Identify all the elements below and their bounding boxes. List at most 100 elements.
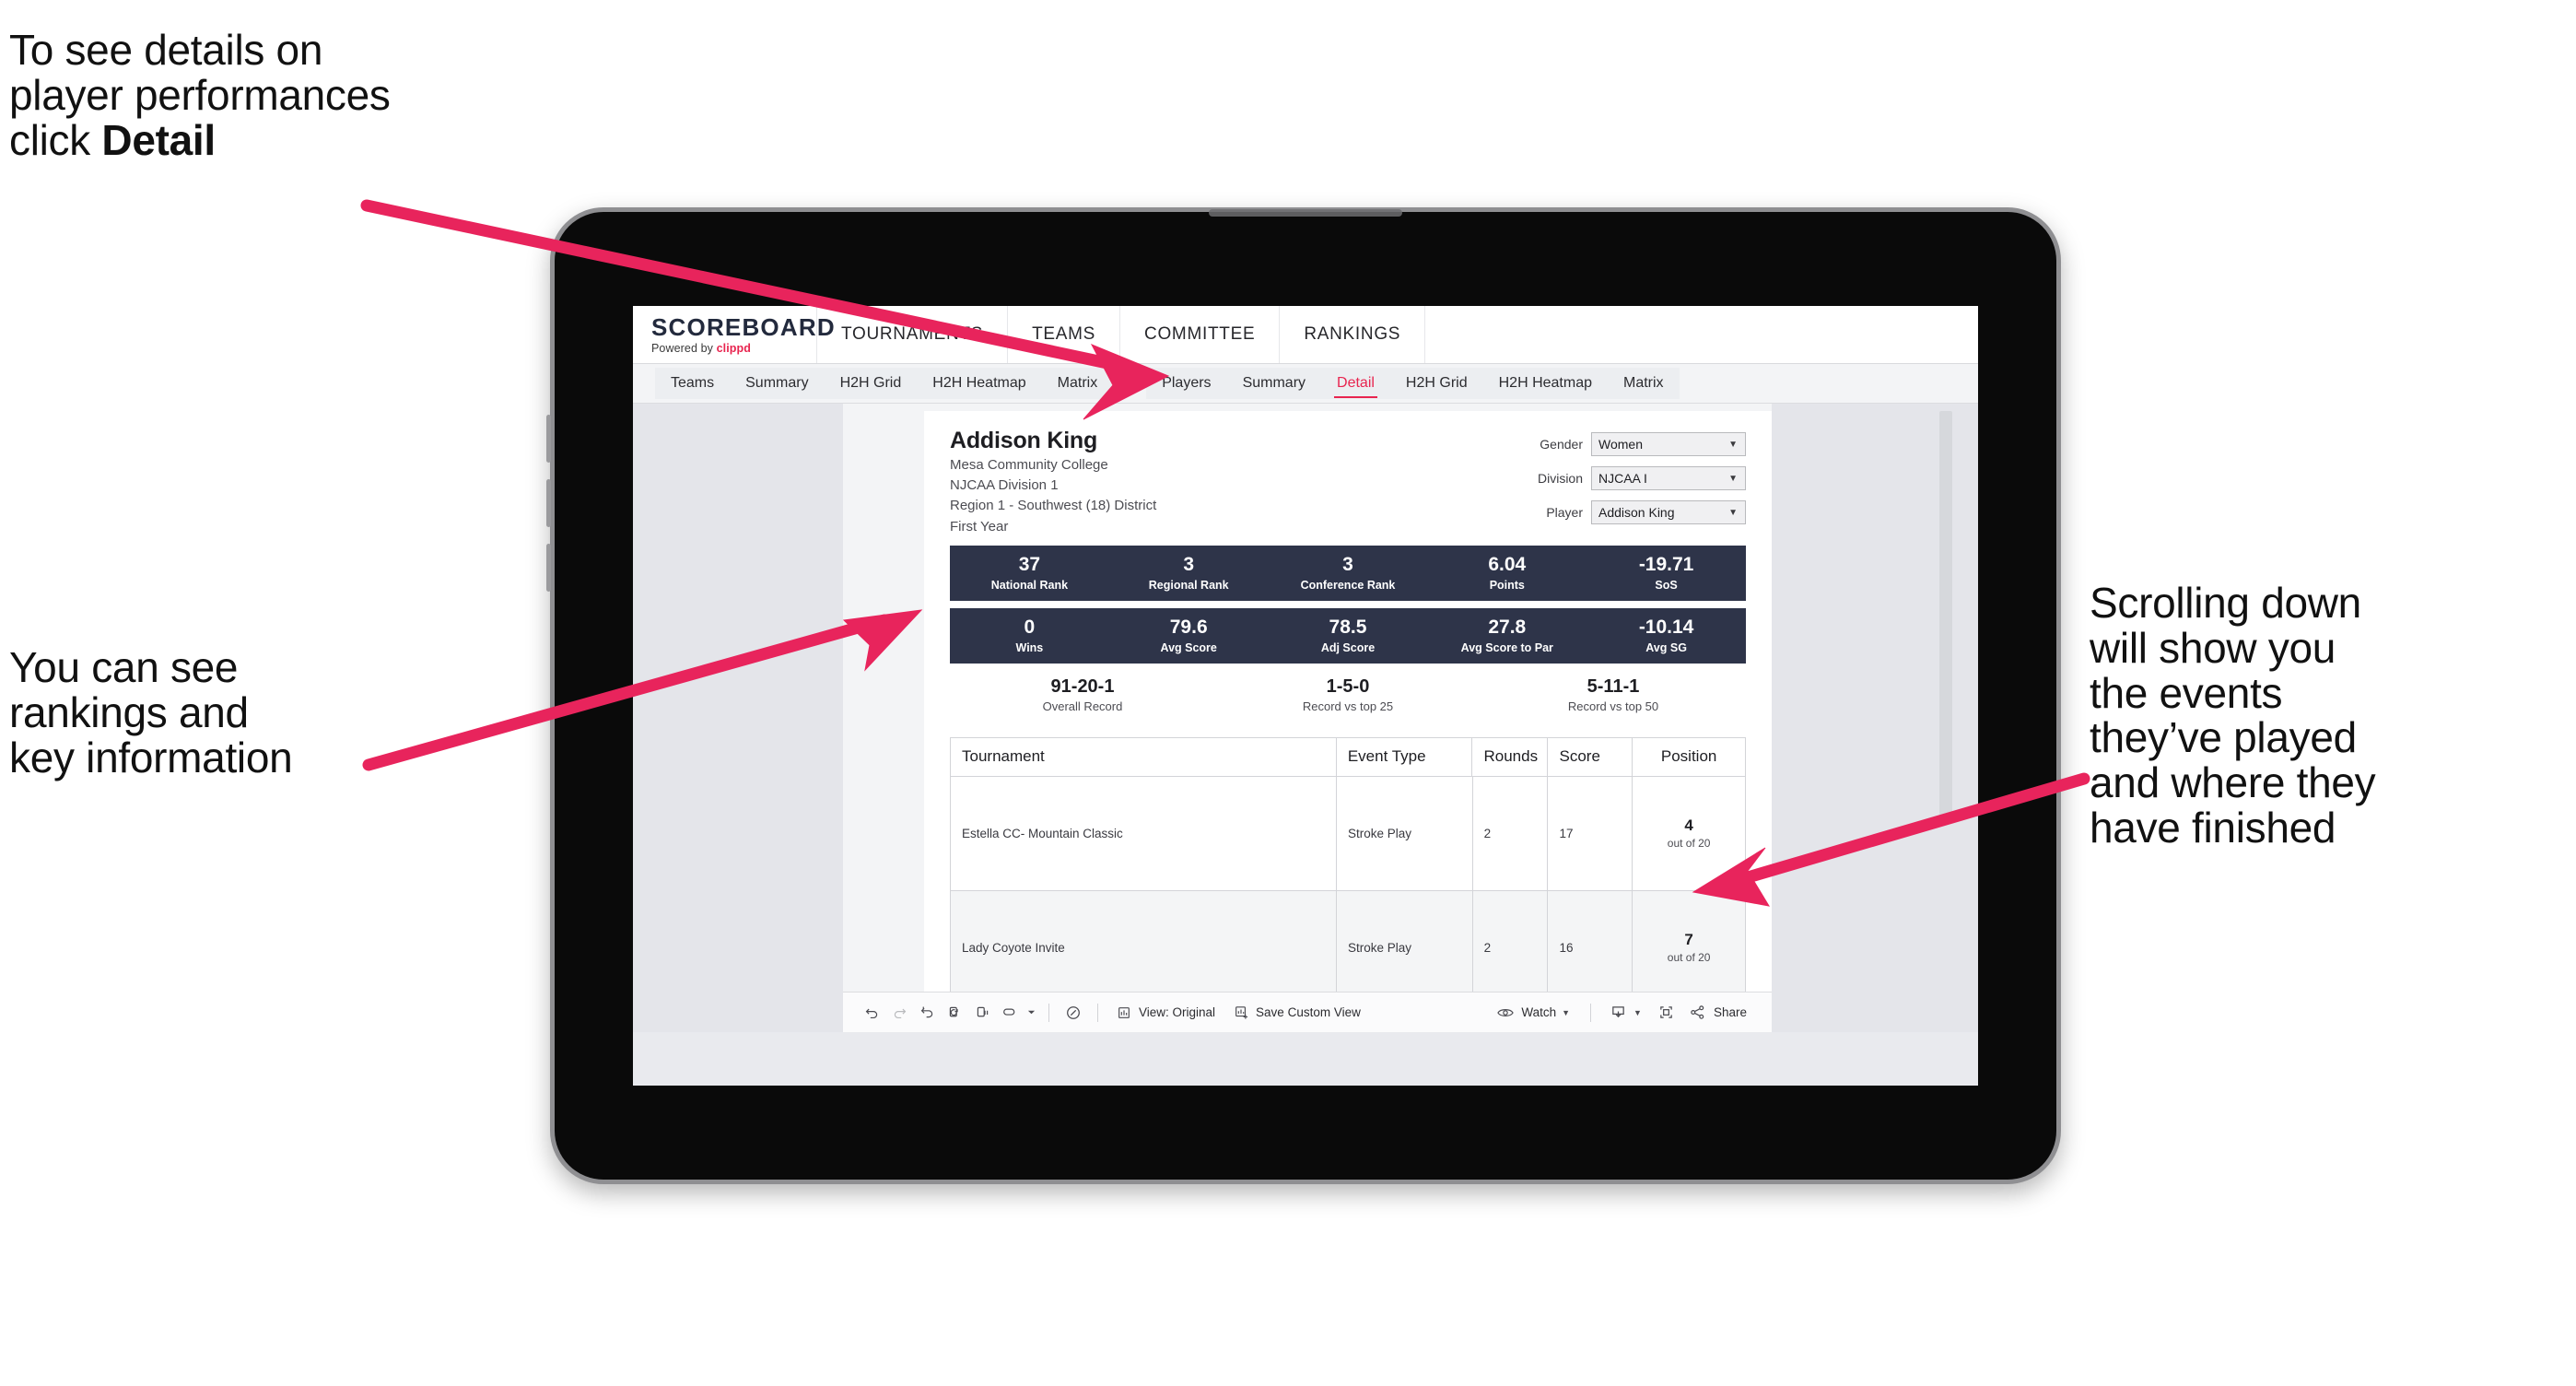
tab-players-summary[interactable]: Summary [1227, 368, 1321, 399]
filter-player-value: Addison King [1598, 505, 1675, 520]
app-top-bar: SCOREBOARD Powered by clippd TOURNAMENTS… [633, 306, 1978, 364]
table-row[interactable]: Lady Coyote Invite Stroke Play 2 16 7 ou… [951, 890, 1745, 1005]
fullscreen-icon[interactable] [1652, 999, 1681, 1027]
player-school: Mesa Community College [950, 456, 1108, 473]
brand-logo[interactable]: SCOREBOARD Powered by clippd [633, 306, 836, 363]
stat-value: 0 [1024, 616, 1036, 638]
stat-bars: 37 National Rank 3 Regional Rank 3 Confe… [924, 545, 1772, 664]
filter-gender-select[interactable]: Women ▼ [1591, 432, 1746, 456]
stat-value: 78.5 [1329, 616, 1367, 638]
record-label: Record vs top 50 [1567, 699, 1659, 713]
stat-label: Conference Rank [1300, 578, 1396, 592]
chevron-down-icon: ▼ [1633, 1007, 1642, 1017]
player-region: Region 1 - Southwest (18) District [950, 498, 1157, 514]
tab-players-h2h-grid[interactable]: H2H Grid [1390, 368, 1483, 399]
tab-teams[interactable]: Teams [655, 368, 730, 399]
stat-label: Points [1489, 578, 1525, 592]
tab-teams-h2h-grid[interactable]: H2H Grid [825, 368, 918, 399]
filter-division: Division NJCAA I ▼ [1497, 466, 1746, 490]
annotation-bottom-left: You can see rankings and key information [9, 643, 293, 781]
filter-division-select[interactable]: NJCAA I ▼ [1591, 466, 1746, 490]
cell-score: 17 [1548, 776, 1633, 891]
cell-position: 4 out of 20 [1633, 777, 1745, 891]
clippd-name: clippd [716, 341, 751, 355]
share-button[interactable]: Share [1681, 999, 1753, 1027]
sub-tab-bar: Teams Summary H2H Grid H2H Heatmap Matri… [633, 364, 1978, 404]
top-nav-tournaments[interactable]: TOURNAMENTS [817, 306, 1009, 363]
tab-players-h2h-heatmap[interactable]: H2H Heatmap [1483, 368, 1608, 399]
viz-bottom-toolbar: View: Original Save Custom View Watch ▼ [843, 992, 1772, 1032]
cell-rounds: 2 [1472, 776, 1549, 891]
vertical-scrollbar-thumb[interactable] [1939, 411, 1952, 818]
stat-label: Avg SG [1645, 640, 1687, 654]
save-view-icon [1232, 999, 1250, 1027]
chevron-down-icon: ▼ [1728, 507, 1738, 518]
tab-teams-h2h-heatmap[interactable]: H2H Heatmap [917, 368, 1041, 399]
tab-players-detail[interactable]: Detail [1321, 368, 1390, 399]
tab-players[interactable]: Players [1146, 368, 1226, 399]
record-label: Record vs top 25 [1302, 699, 1394, 713]
top-nav-rankings[interactable]: RANKINGS [1280, 306, 1426, 363]
cell-score: 16 [1548, 890, 1633, 1005]
stat-avg-sg: -10.14 Avg SG [1587, 608, 1746, 664]
stat-value: -10.14 [1638, 616, 1694, 638]
highlight-icon[interactable] [996, 999, 1024, 1027]
stat-conference-rank: 3 Conference Rank [1269, 546, 1428, 601]
chevron-down-icon[interactable] [1024, 999, 1038, 1027]
revert-icon[interactable] [913, 999, 941, 1027]
col-header-score[interactable]: Score [1548, 737, 1633, 777]
viz-panel: Addison King Mesa Community College NJCA… [843, 404, 1952, 1032]
tab-players-matrix[interactable]: Matrix [1608, 368, 1680, 399]
view-original-button[interactable]: View: Original [1108, 999, 1222, 1027]
cell-tournament: Lady Coyote Invite [951, 890, 1337, 1005]
filter-gender-label: Gender [1540, 437, 1583, 452]
stat-value: -19.71 [1638, 553, 1694, 575]
brand-title: SCOREBOARD [651, 312, 836, 341]
card-header: Addison King Mesa Community College NJCA… [924, 411, 1772, 536]
stat-label: Adj Score [1320, 640, 1376, 654]
table-row[interactable]: Estella CC- Mountain Classic Stroke Play… [951, 776, 1745, 891]
record-value: 5-11-1 [1587, 675, 1640, 697]
watch-button[interactable]: Watch ▼ [1489, 999, 1576, 1027]
pause-refresh-icon[interactable] [1060, 999, 1087, 1027]
redo-icon[interactable] [885, 999, 913, 1027]
col-header-position[interactable]: Position [1633, 738, 1745, 777]
cell-event-type: Stroke Play [1336, 890, 1473, 1005]
filter-player-select[interactable]: Addison King ▼ [1591, 500, 1746, 524]
download-button[interactable]: ▼ [1601, 999, 1648, 1027]
player-year: First Year [950, 518, 1009, 534]
cell-tournament: Estella CC- Mountain Classic [951, 776, 1337, 891]
top-nav-committee[interactable]: COMMITTEE [1120, 306, 1281, 363]
col-header-tournament[interactable]: Tournament [951, 737, 1337, 777]
refresh-data-icon[interactable] [941, 999, 968, 1027]
filter-division-label: Division [1537, 471, 1583, 486]
stat-avg-score-to-par: 27.8 Avg Score to Par [1427, 608, 1587, 664]
stat-national-rank: 37 National Rank [950, 546, 1109, 601]
toolbar-divider [1590, 1003, 1592, 1022]
stat-points: 6.04 Points [1427, 546, 1587, 601]
col-header-event-type[interactable]: Event Type [1336, 737, 1473, 777]
player-info: Addison King Mesa Community College NJCA… [950, 428, 1497, 536]
tab-teams-summary[interactable]: Summary [730, 368, 824, 399]
stat-label: Avg Score [1160, 640, 1217, 654]
top-nav-teams[interactable]: TEAMS [1008, 306, 1121, 363]
player-name: Addison King [950, 428, 1098, 453]
share-icon [1688, 999, 1708, 1027]
pause-auto-update-icon[interactable] [968, 999, 996, 1027]
annotation-top-left-bold: Detail [101, 115, 216, 164]
stat-adj-score: 78.5 Adj Score [1269, 608, 1428, 664]
record-vs-top-50: 5-11-1 Record vs top 50 [1481, 676, 1746, 713]
filter-player-label: Player [1546, 505, 1583, 520]
tab-teams-matrix[interactable]: Matrix [1042, 368, 1114, 399]
save-custom-view-button[interactable]: Save Custom View [1225, 999, 1367, 1027]
filter-gender-value: Women [1598, 437, 1643, 452]
undo-icon[interactable] [858, 999, 885, 1027]
annotation-right: Scrolling down will show you the events … [2090, 579, 2376, 852]
annotation-top-left: To see details on player performances cl… [9, 28, 599, 162]
stat-value: 79.6 [1169, 616, 1208, 638]
stat-label: Wins [1015, 640, 1044, 654]
record-vs-top-25: 1-5-0 Record vs top 25 [1215, 676, 1481, 713]
view-original-label: View: Original [1139, 1005, 1216, 1019]
filter-division-value: NJCAA I [1598, 471, 1647, 486]
col-header-rounds[interactable]: Rounds [1472, 737, 1549, 777]
